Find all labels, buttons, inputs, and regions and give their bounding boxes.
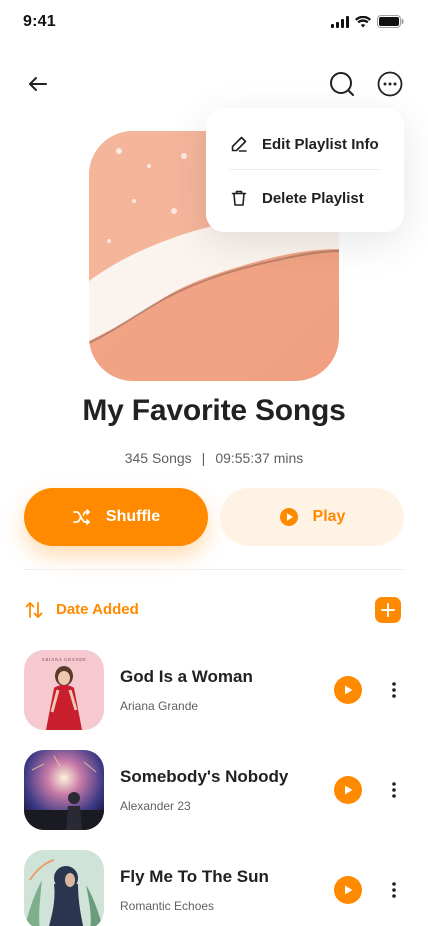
more-horizontal-circle-icon	[377, 71, 403, 97]
plus-icon	[381, 603, 395, 617]
song-more-button[interactable]	[384, 876, 404, 904]
song-title: God Is a Woman	[120, 667, 253, 686]
shuffle-label: Shuffle	[105, 508, 161, 525]
album-cover-text: ARIANA GRANDE	[42, 657, 87, 662]
list-item[interactable]: Somebody's Nobody Alexander 23	[24, 750, 404, 830]
arrow-left-icon	[29, 77, 47, 91]
playlist-title: My Favorite Songs	[82, 394, 346, 427]
list-item[interactable]: Fly Me To The Sun Romantic Echoes	[24, 850, 404, 926]
menu-item-label: Edit Playlist Info	[262, 135, 379, 153]
edit-icon	[231, 136, 247, 152]
sort-row: Date Added	[24, 596, 404, 624]
playlist-meta: 345 Songs | 09:55:37 mins	[0, 450, 428, 466]
top-bar	[0, 64, 428, 104]
play-circle-icon	[279, 508, 298, 526]
battery-icon	[377, 15, 404, 28]
song-title: Fly Me To The Sun	[120, 867, 269, 886]
song-play-button[interactable]	[334, 776, 362, 804]
play-label: Play	[312, 508, 346, 525]
play-icon	[345, 685, 353, 695]
song-play-button[interactable]	[334, 676, 362, 704]
more-vertical-icon	[392, 782, 396, 798]
shuffle-icon	[73, 509, 90, 525]
wifi-icon	[355, 15, 371, 27]
play-icon	[345, 885, 353, 895]
meta-separator: |	[201, 450, 206, 466]
album-art-image: ARIANA GRANDE	[24, 650, 104, 730]
song-title: Somebody's Nobody	[120, 767, 289, 786]
song-play-button[interactable]	[334, 876, 362, 904]
album-art	[24, 750, 104, 830]
album-art: ARIANA GRANDE	[24, 650, 104, 730]
play-icon	[345, 785, 353, 795]
playlist-options-menu: Edit Playlist Info Delete Playlist	[206, 108, 404, 232]
album-art-image	[24, 850, 104, 926]
menu-item-delete-playlist[interactable]: Delete Playlist	[230, 178, 390, 218]
search-button[interactable]	[326, 68, 358, 100]
song-artist: Ariana Grande	[120, 699, 199, 713]
song-artist: Romantic Echoes	[120, 899, 215, 913]
menu-divider	[230, 169, 380, 170]
album-art	[24, 850, 104, 926]
sort-arrows-icon[interactable]	[24, 600, 44, 620]
song-more-button[interactable]	[384, 676, 404, 704]
list-item[interactable]: ARIANA GRANDE God Is a Woman Ariana Gran…	[24, 650, 404, 730]
search-icon	[330, 72, 354, 96]
more-button[interactable]	[374, 68, 406, 100]
trash-icon	[231, 190, 247, 206]
add-song-button[interactable]	[375, 597, 401, 623]
more-vertical-icon	[392, 682, 396, 698]
playlist-duration: 09:55:37 mins	[215, 450, 304, 466]
play-button[interactable]: Play	[220, 488, 404, 546]
more-vertical-icon	[392, 882, 396, 898]
section-divider	[24, 569, 404, 570]
menu-item-edit-playlist-info[interactable]: Edit Playlist Info	[230, 124, 390, 164]
sort-label[interactable]: Date Added	[56, 601, 139, 618]
status-icons	[331, 15, 404, 28]
cellular-signal-icon	[331, 15, 349, 28]
status-bar: 9:41	[0, 0, 428, 44]
menu-item-label: Delete Playlist	[262, 189, 364, 207]
song-count: 345 Songs	[124, 450, 192, 466]
back-button[interactable]	[22, 68, 54, 100]
shuffle-button[interactable]: Shuffle	[24, 488, 208, 546]
album-art-image	[24, 750, 104, 830]
song-artist: Alexander 23	[120, 799, 191, 813]
song-more-button[interactable]	[384, 776, 404, 804]
status-time: 9:41	[23, 13, 56, 30]
